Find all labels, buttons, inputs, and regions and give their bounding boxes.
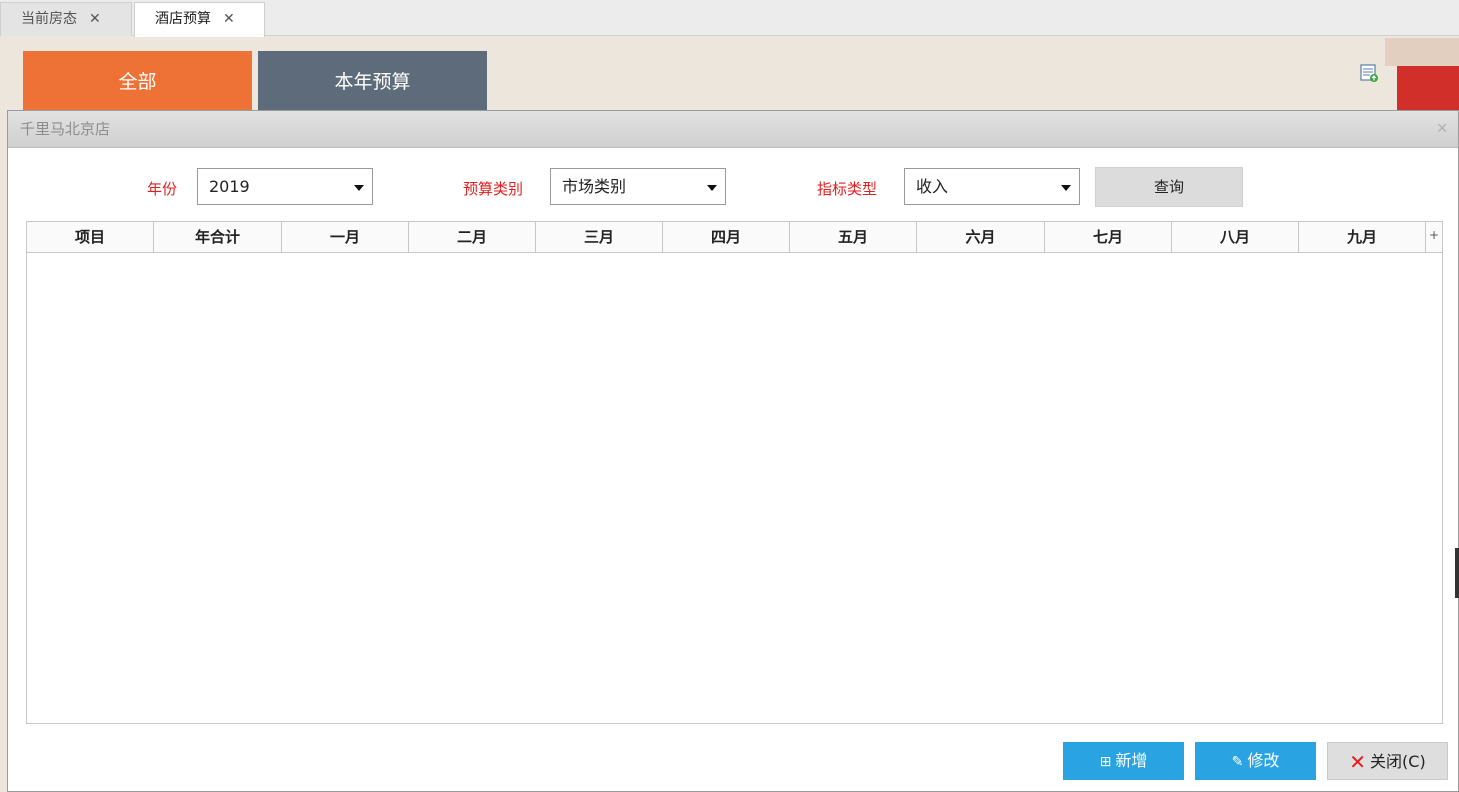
side-panel-tab[interactable] [1397, 66, 1459, 112]
tab-hotel-budget-label: 酒店预算 [155, 11, 211, 27]
close-icon: ✕ [1349, 750, 1367, 774]
column-header[interactable]: 年合计 [154, 222, 282, 252]
corner-decoration [1385, 38, 1459, 66]
query-button[interactable]: 查询 [1095, 167, 1243, 207]
column-header[interactable]: 三月 [536, 222, 663, 252]
budget-type-label: 预算类别 [463, 180, 524, 198]
tile-this-year-budget[interactable]: 本年预算 [258, 51, 487, 111]
add-icon: ⊞ [1099, 754, 1112, 770]
tile-all[interactable]: 全部 [23, 51, 252, 111]
chevron-down-icon [707, 185, 717, 191]
column-header[interactable]: 五月 [790, 222, 917, 252]
add-button[interactable]: ⊞ 新增 [1063, 742, 1184, 780]
budget-type-select[interactable]: 市场类别 [550, 168, 726, 205]
close-button-label: 关闭(C) [1370, 752, 1426, 771]
tab-room-status[interactable]: 当前房态 ✕ [0, 2, 132, 36]
edit-button-label: 修改 [1247, 751, 1280, 770]
edit-button[interactable]: ✎ 修改 [1195, 742, 1316, 780]
year-value: 2019 [209, 177, 250, 196]
column-header[interactable]: 七月 [1045, 222, 1172, 252]
column-header[interactable]: 项目 [27, 222, 154, 252]
year-select[interactable]: 2019 [197, 168, 373, 205]
modal-title-bar: 千里马北京店 ✕ [8, 111, 1458, 148]
chevron-down-icon [354, 185, 364, 191]
tab-strip: 当前房态 ✕ 酒店预算 ✕ [0, 0, 1459, 37]
indicator-type-select[interactable]: 收入 [904, 168, 1080, 205]
column-header[interactable]: 八月 [1172, 222, 1299, 252]
close-icon[interactable]: ✕ [1436, 111, 1448, 148]
column-header[interactable]: 六月 [917, 222, 1045, 252]
column-header[interactable]: 九月 [1299, 222, 1426, 252]
add-button-label: 新增 [1115, 751, 1148, 770]
chevron-down-icon [1061, 185, 1071, 191]
close-icon[interactable]: ✕ [89, 3, 101, 35]
year-label: 年份 [147, 180, 178, 198]
column-header[interactable]: 一月 [282, 222, 409, 252]
modal-title: 千里马北京店 [20, 120, 111, 138]
close-button[interactable]: ✕ 关闭(C) [1327, 742, 1448, 780]
budget-modal: 千里马北京店 ✕ 年份 2019 预算类别 市场类别 指标类型 收入 查询 项目… [7, 110, 1459, 792]
expand-columns-icon[interactable]: + [1429, 228, 1439, 242]
indicator-type-label: 指标类型 [817, 180, 878, 198]
column-header[interactable]: 四月 [663, 222, 790, 252]
budget-type-value: 市场类别 [562, 177, 627, 196]
budget-grid: 项目 年合计 一月 二月 三月 四月 五月 六月 七月 八月 九月 + [26, 221, 1443, 724]
column-header[interactable]: 二月 [409, 222, 536, 252]
edit-icon: ✎ [1231, 754, 1244, 770]
tab-hotel-budget[interactable]: 酒店预算 ✕ [134, 2, 265, 37]
indicator-type-value: 收入 [916, 177, 949, 196]
tab-room-status-label: 当前房态 [21, 11, 77, 27]
close-icon[interactable]: ✕ [223, 3, 235, 35]
grid-header: 项目 年合计 一月 二月 三月 四月 五月 六月 七月 八月 九月 + [27, 222, 1442, 253]
export-sheet-icon[interactable] [1360, 64, 1379, 83]
scroll-handle[interactable] [1455, 548, 1459, 598]
